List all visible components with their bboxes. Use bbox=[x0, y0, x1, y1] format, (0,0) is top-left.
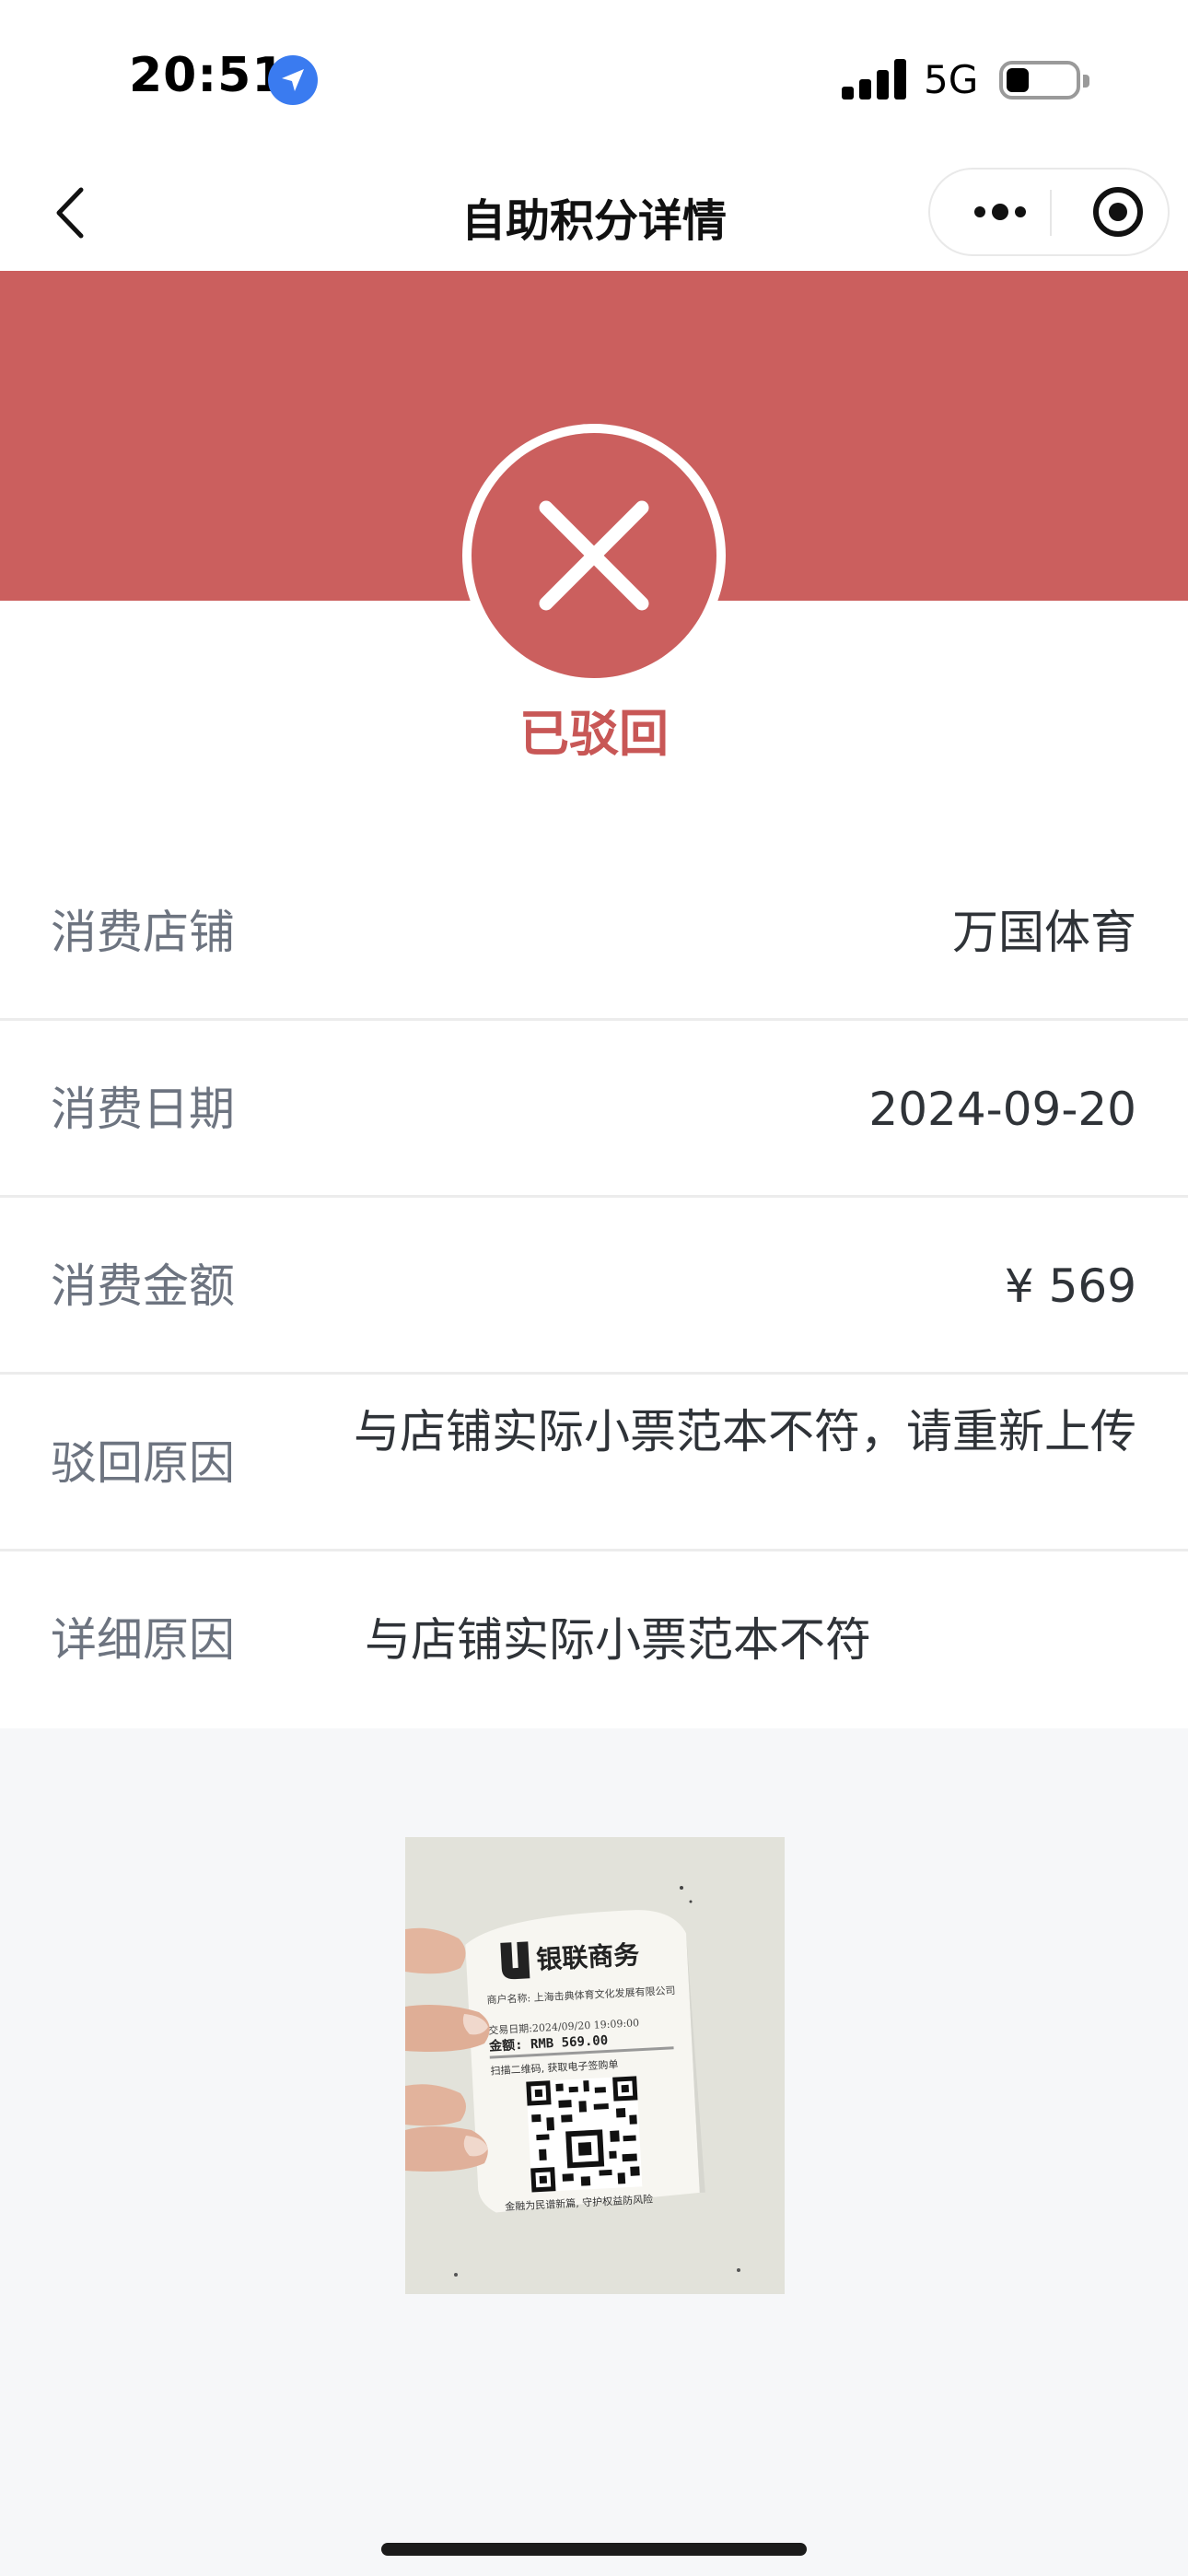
detail-value: 万国体育 bbox=[952, 906, 1136, 959]
target-circle-icon bbox=[1093, 187, 1143, 237]
detail-row-date: 消费日期 2024-09-20 bbox=[0, 1021, 1188, 1198]
detail-row-reject-reason: 驳回原因 与店铺实际小票范本不符，请重新上传 bbox=[0, 1375, 1188, 1551]
battery-icon bbox=[999, 61, 1089, 100]
more-dots-icon bbox=[974, 204, 1026, 220]
page: 20:51 5G 自助积分详情 已驳回 消费店铺 万国体育 消费日期 2024-… bbox=[0, 0, 1188, 2576]
detail-label: 消费日期 bbox=[51, 1083, 235, 1136]
detail-label: 详细原因 bbox=[51, 1613, 235, 1667]
receipt-photo[interactable]: 银联商务 商户名称: 上海击典体育文化发展有限公司 交易日期:2024/09/2… bbox=[405, 1837, 785, 2294]
detail-label: 消费金额 bbox=[51, 1259, 235, 1313]
nav-bar: 自助积分详情 bbox=[0, 157, 1188, 271]
status-time: 20:51 bbox=[129, 48, 286, 103]
detail-value: 与店铺实际小票范本不符，请重新上传 bbox=[354, 1405, 1136, 1458]
receipt-brand: 银联商务 bbox=[535, 1939, 640, 1975]
detail-label: 消费店铺 bbox=[51, 906, 235, 959]
close-icon bbox=[539, 500, 649, 611]
detail-value: ¥ 569 bbox=[1004, 1259, 1136, 1313]
more-button[interactable] bbox=[941, 170, 1048, 254]
detail-value: 2024-09-20 bbox=[868, 1083, 1136, 1136]
status-bar: 20:51 5G bbox=[0, 0, 1188, 157]
detail-row-amount: 消费金额 ¥ 569 bbox=[0, 1198, 1188, 1375]
cellular-signal-icon bbox=[842, 59, 906, 100]
location-arrow-icon bbox=[268, 55, 318, 105]
close-miniprogram-button[interactable] bbox=[1054, 170, 1160, 254]
receipt-image: 银联商务 商户名称: 上海击典体育文化发展有限公司 交易日期:2024/09/2… bbox=[405, 1837, 785, 2294]
miniprogram-capsule bbox=[928, 168, 1170, 256]
detail-label: 驳回原因 bbox=[51, 1436, 235, 1490]
status-label: 已驳回 bbox=[519, 705, 669, 763]
detail-row-store: 消费店铺 万国体育 bbox=[0, 844, 1188, 1021]
detail-value: 与店铺实际小票范本不符 bbox=[365, 1613, 871, 1667]
network-type: 5G bbox=[924, 57, 979, 102]
capsule-divider bbox=[1050, 190, 1052, 236]
home-indicator bbox=[381, 2543, 807, 2556]
rejected-status-icon bbox=[462, 424, 726, 687]
detail-list: 消费店铺 万国体育 消费日期 2024-09-20 消费金额 ¥ 569 驳回原… bbox=[0, 844, 1188, 1728]
detail-row-detail-reason: 详细原因 与店铺实际小票范本不符 bbox=[0, 1551, 1188, 1728]
qr-code bbox=[526, 2076, 643, 2193]
